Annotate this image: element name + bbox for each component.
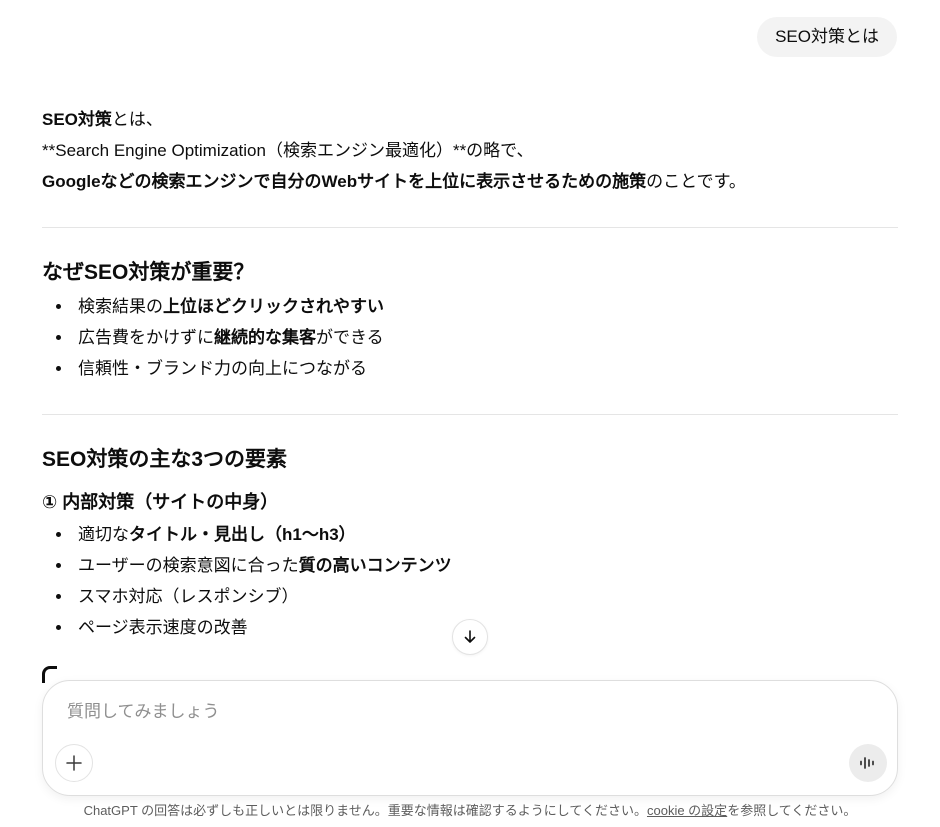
divider <box>42 414 898 415</box>
bullet-list: 検索結果の上位ほどクリックされやすい 広告費をかけずに継続的な集客ができる 信頼… <box>42 291 898 384</box>
list-item: 適切なタイトル・見出し（h1〜h3） <box>56 519 898 550</box>
section-heading: SEO対策の主な3つの要素 <box>42 448 288 471</box>
voice-mode-button[interactable] <box>849 744 887 782</box>
list-item: スマホ対応（レスポンシブ） <box>56 581 898 612</box>
list-item: 信頼性・ブランド力の向上につながる <box>56 353 898 384</box>
intro-text: とは、 <box>111 110 163 129</box>
subsection-heading: ① 内部対策（サイトの中身） <box>42 492 279 512</box>
list-item: 広告費をかけずに継続的な集客ができる <box>56 322 898 353</box>
intro-line-1: SEO対策とは、 <box>42 104 898 135</box>
intro-text: のことです。 <box>646 172 746 191</box>
intro-line-2: **Search Engine Optimization（検索エンジン最適化）*… <box>42 141 534 160</box>
disclaimer-text: ChatGPT の回答は必ずしも正しいとは限りません。重要な情報は確認するように… <box>83 803 647 818</box>
arrow-down-icon <box>464 630 476 643</box>
list-item: ユーザーの検索意図に合った質の高いコンテンツ <box>56 550 898 581</box>
divider <box>42 227 898 228</box>
voice-mode-icon <box>860 757 874 769</box>
intro-bold: Googleなどの検索エンジンで自分のWebサイトを上位に表示させるための施策 <box>42 172 647 191</box>
assistant-response: SEO対策とは、 **Search Engine Optimization（検索… <box>42 104 898 683</box>
intro-bold: SEO対策 <box>42 110 112 129</box>
intro-line-3: Googleなどの検索エンジンで自分のWebサイトを上位に表示させるための施策の… <box>42 166 898 197</box>
add-attachment-button[interactable] <box>55 744 93 782</box>
section-heading: なぜSEO対策が重要？ <box>42 261 255 284</box>
disclaimer: ChatGPT の回答は必ずしも正しいとは限りません。重要な情報は確認するように… <box>0 801 940 821</box>
clipped-heading-fragment <box>42 666 57 683</box>
scroll-to-bottom-button[interactable] <box>452 619 488 655</box>
list-item: 検索結果の上位ほどクリックされやすい <box>56 291 898 322</box>
plus-icon <box>66 755 82 771</box>
message-input[interactable] <box>65 697 849 727</box>
list-item: ページ表示速度の改善 <box>56 612 898 643</box>
message-composer <box>42 680 898 796</box>
disclaimer-text: を参照してください。 <box>727 803 857 818</box>
cookie-settings-link[interactable]: cookie の設定 <box>647 803 727 818</box>
user-message-bubble: SEO対策とは <box>757 17 897 57</box>
